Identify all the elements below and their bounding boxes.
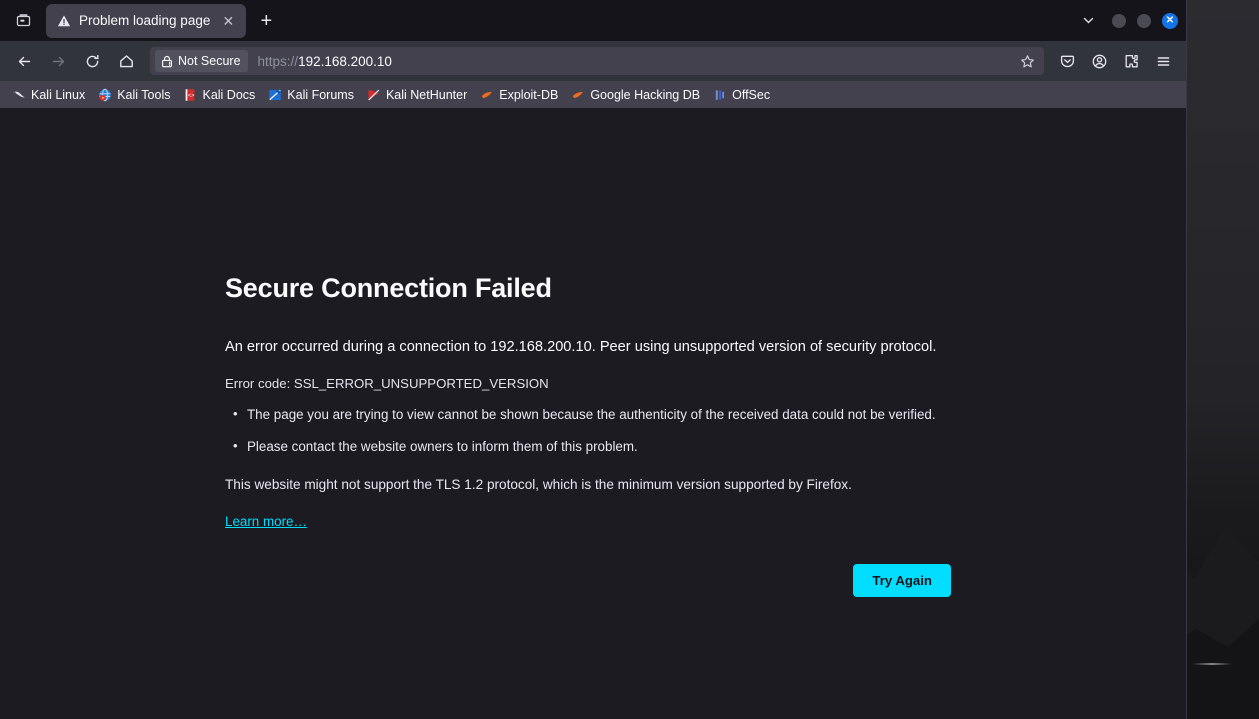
url-text[interactable]: https://192.168.200.10	[248, 54, 1014, 69]
google-hacking-db-icon	[573, 91, 584, 98]
wallpaper-light-streak	[1192, 663, 1232, 665]
bookmark-label: Kali Forums	[287, 87, 354, 102]
offsec-icon	[715, 89, 725, 100]
account-icon[interactable]	[1084, 46, 1114, 76]
bookmark-kali-linux[interactable]: Kali Linux	[6, 86, 91, 104]
not-secure-badge[interactable]: Not Secure	[155, 50, 248, 72]
list-item: The page you are trying to view cannot b…	[225, 405, 961, 425]
bookmark-kali-forums[interactable]: Kali Forums	[262, 86, 360, 104]
list-item: Please contact the website owners to inf…	[225, 437, 961, 457]
extensions-icon[interactable]	[1116, 46, 1146, 76]
star-icon[interactable]	[1014, 49, 1040, 73]
tls-note: This website might not support the TLS 1…	[225, 476, 852, 492]
close-button[interactable]: ✕	[1162, 12, 1178, 29]
bookmark-kali-docs[interactable]: <> Kali Docs	[177, 86, 261, 104]
svg-text:n: n	[102, 96, 104, 100]
bookmark-kali-nethunter[interactable]: Kali NetHunter	[361, 86, 473, 104]
error-code: Error code: SSL_ERROR_UNSUPPORTED_VERSIO…	[225, 375, 549, 391]
bookmark-label: Google Hacking DB	[590, 87, 701, 102]
kali-nethunter-icon	[368, 89, 380, 100]
bookmark-kali-tools[interactable]: n Kali Tools	[92, 86, 176, 104]
url-host: 192.168.200.10	[298, 53, 392, 69]
bookmark-label: Kali Tools	[117, 87, 171, 102]
svg-text:<>: <>	[188, 93, 195, 99]
reload-button[interactable]	[76, 46, 108, 76]
try-again-button[interactable]: Try Again	[853, 563, 951, 597]
page-title: Secure Connection Failed	[225, 273, 552, 303]
minimize-button[interactable]	[1112, 13, 1126, 28]
error-actions: Try Again	[225, 563, 951, 597]
back-button[interactable]	[8, 46, 40, 76]
kali-dragon-icon	[13, 91, 25, 97]
tab-strip: Problem loading page ✕ + ✕	[0, 0, 1186, 41]
firefox-view-icon[interactable]	[6, 6, 40, 36]
url-bar[interactable]: Not Secure https://192.168.200.10	[150, 47, 1044, 75]
not-secure-label: Not Secure	[178, 54, 241, 68]
tab-close-icon[interactable]: ✕	[218, 11, 238, 31]
error-bullet-list: The page you are trying to view cannot b…	[225, 405, 961, 457]
bookmark-label: Kali Linux	[31, 87, 86, 102]
error-page: Secure Connection Failed An error occurr…	[225, 108, 961, 597]
bookmark-label: Kali NetHunter	[385, 87, 468, 102]
pocket-icon[interactable]	[1052, 46, 1082, 76]
bookmark-label: Exploit-DB	[499, 87, 559, 102]
kali-forums-icon	[269, 89, 282, 100]
maximize-button[interactable]	[1137, 13, 1151, 28]
home-button[interactable]	[110, 46, 142, 76]
app-menu-icon[interactable]	[1148, 46, 1178, 76]
kali-docs-icon: <>	[186, 88, 195, 101]
kali-tools-icon: n	[99, 88, 111, 101]
url-scheme: https://	[257, 53, 299, 69]
bookmark-exploit-db[interactable]: Exploit-DB	[474, 86, 564, 104]
chevron-down-icon[interactable]	[1075, 8, 1101, 34]
bookmark-label: OffSec	[732, 87, 771, 102]
bookmark-google-hacking-db[interactable]: Google Hacking DB	[565, 86, 706, 104]
tab-title: Problem loading page	[79, 13, 211, 28]
window-controls: ✕	[1075, 0, 1178, 41]
learn-more-link[interactable]: Learn more…	[225, 514, 307, 529]
bookmark-label: Kali Docs	[202, 87, 256, 102]
bookmarks-toolbar: Kali Linux n Kali Tools <> Kali Docs Kal…	[0, 81, 1186, 108]
navigation-toolbar: Not Secure https://192.168.200.10	[0, 41, 1186, 81]
page-content: Secure Connection Failed An error occurr…	[0, 108, 1186, 719]
error-description: An error occurred during a connection to…	[225, 339, 937, 355]
exploit-db-icon	[482, 91, 493, 98]
warning-triangle-icon	[57, 14, 71, 26]
forward-button[interactable]	[42, 46, 74, 76]
bookmark-offsec[interactable]: OffSec	[707, 86, 776, 104]
lock-warning-icon	[162, 55, 172, 67]
new-tab-button[interactable]: +	[252, 7, 280, 35]
browser-window: Problem loading page ✕ + ✕ Not Secure ht…	[0, 0, 1187, 719]
browser-tab[interactable]: Problem loading page ✕	[46, 3, 247, 38]
